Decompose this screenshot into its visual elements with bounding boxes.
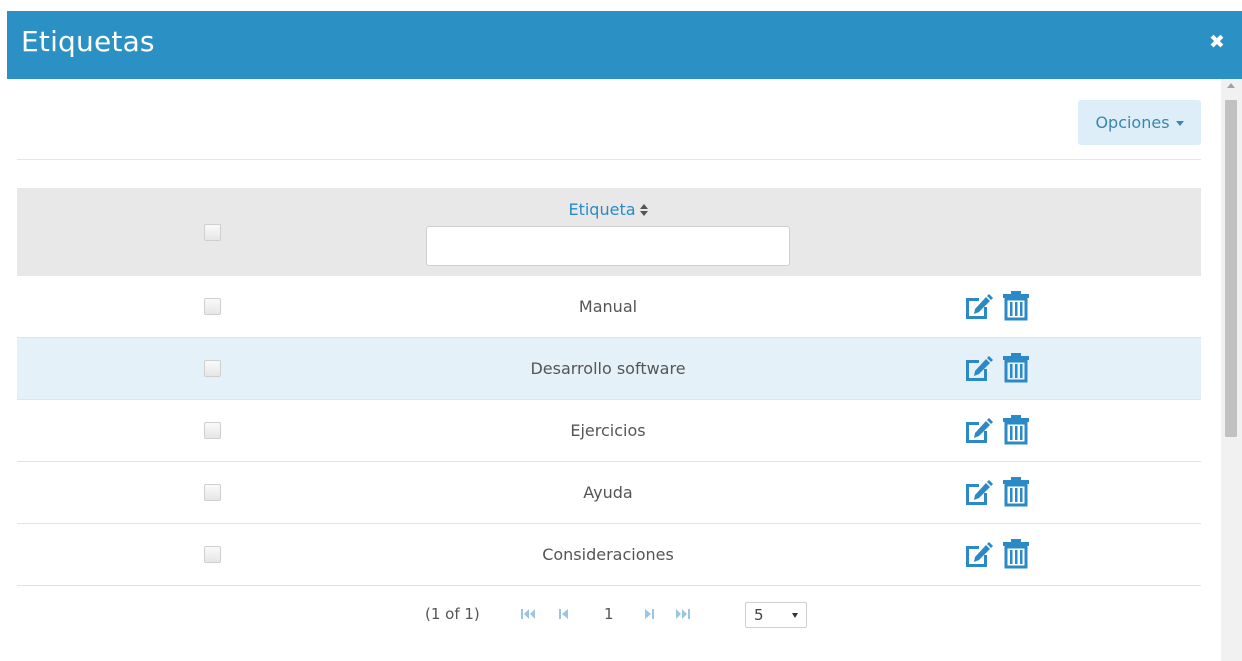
edit-icon[interactable] — [960, 351, 994, 385]
last-page-icon[interactable] — [675, 607, 691, 621]
dropdown-arrow-icon — [792, 613, 798, 618]
edit-icon[interactable] — [960, 413, 994, 447]
edit-icon[interactable] — [960, 289, 994, 323]
table-row[interactable]: Desarrollo software — [17, 338, 1201, 400]
table-header: Etiqueta — [17, 188, 1201, 276]
vertical-scrollbar[interactable] — [1221, 79, 1242, 661]
trash-icon[interactable] — [999, 413, 1033, 447]
row-checkbox[interactable] — [204, 546, 221, 563]
row-actions — [960, 351, 1033, 385]
row-checkbox[interactable] — [204, 298, 221, 315]
row-checkbox[interactable] — [204, 422, 221, 439]
options-button[interactable]: Opciones — [1078, 100, 1201, 145]
trash-icon[interactable] — [999, 537, 1033, 571]
select-all-checkbox[interactable] — [204, 224, 221, 241]
rows-per-page-select[interactable]: 5 — [745, 602, 807, 628]
tag-label: Desarrollo software — [530, 359, 686, 378]
page-report: (1 of 1) — [425, 605, 480, 623]
table-row[interactable]: Ejercicios — [17, 400, 1201, 462]
column-header-label: Etiqueta — [568, 200, 636, 219]
row-actions — [960, 413, 1033, 447]
paginator: (1 of 1) 1 5 — [0, 595, 1242, 635]
rows-per-page-value: 5 — [754, 606, 764, 624]
first-page-icon[interactable] — [520, 607, 536, 621]
column-header-etiqueta[interactable]: Etiqueta — [426, 200, 790, 219]
scroll-up-arrow-icon[interactable] — [1227, 83, 1235, 88]
next-page-icon[interactable] — [640, 607, 656, 621]
close-icon[interactable]: ✖ — [1206, 31, 1228, 53]
table-row[interactable]: Consideraciones — [17, 524, 1201, 586]
row-actions — [960, 289, 1033, 323]
toolbar-divider — [17, 159, 1201, 160]
caret-down-icon — [1175, 121, 1184, 126]
trash-icon[interactable] — [999, 289, 1033, 323]
table-row[interactable]: Manual — [17, 276, 1201, 338]
scrollbar-thumb[interactable] — [1225, 100, 1237, 437]
etiqueta-filter-input[interactable] — [426, 226, 790, 266]
edit-icon[interactable] — [960, 475, 994, 509]
edit-icon[interactable] — [960, 537, 994, 571]
table-body: Manual Desarrollo software Ejercicios Ayuda… — [17, 276, 1201, 586]
dialog-titlebar: Etiquetas ✖ — [7, 11, 1242, 79]
table-row[interactable]: Ayuda — [17, 462, 1201, 524]
tags-dialog: Etiquetas ✖ Opciones Etiqueta Manual Desa… — [7, 11, 1242, 661]
sort-icon — [639, 204, 648, 216]
tag-label: Consideraciones — [542, 545, 674, 564]
row-checkbox[interactable] — [204, 360, 221, 377]
tag-label: Ayuda — [583, 483, 633, 502]
page-number-1[interactable]: 1 — [604, 605, 614, 623]
trash-icon[interactable] — [999, 475, 1033, 509]
options-button-label: Opciones — [1095, 113, 1170, 132]
tags-table: Etiqueta Manual Desarrollo software Ejerci… — [17, 188, 1201, 586]
tag-label: Manual — [578, 297, 638, 316]
trash-icon[interactable] — [999, 351, 1033, 385]
row-actions — [960, 537, 1033, 571]
row-checkbox[interactable] — [204, 484, 221, 501]
row-actions — [960, 475, 1033, 509]
previous-page-icon[interactable] — [557, 607, 573, 621]
dialog-title: Etiquetas — [21, 25, 155, 58]
tag-label: Ejercicios — [570, 421, 646, 440]
